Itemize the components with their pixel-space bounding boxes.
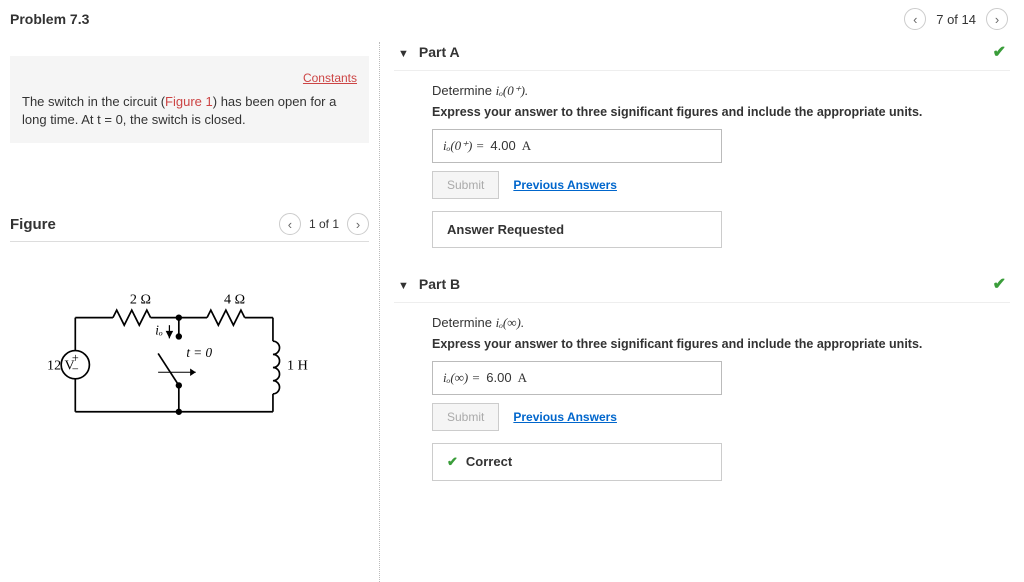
r1-label: 2 Ω bbox=[130, 292, 151, 308]
part-b-header[interactable]: ▼Part B ✔ bbox=[394, 266, 1010, 303]
right-column: ▼Part A ✔ Determine iₒ(0⁺). Express your… bbox=[380, 42, 1024, 582]
triangle-down-icon: ▼ bbox=[398, 280, 409, 292]
constants-link[interactable]: Constants bbox=[303, 70, 357, 87]
problem-position: 7 of 14 bbox=[936, 12, 976, 27]
part-b-prompt: Determine iₒ(∞). bbox=[432, 315, 1006, 331]
figure-position: 1 of 1 bbox=[309, 217, 339, 231]
figure-section: Figure ‹ 1 of 1 › bbox=[10, 213, 369, 463]
source-label: 12 V bbox=[47, 358, 75, 374]
current-label: iₒ bbox=[155, 323, 163, 338]
part-b-unit: A bbox=[518, 370, 527, 386]
triangle-down-icon: ▼ bbox=[398, 48, 409, 60]
problem-description: The switch in the circuit (Figure 1) has… bbox=[22, 93, 357, 129]
figure-nav: ‹ 1 of 1 › bbox=[279, 213, 369, 235]
switch-label: t = 0 bbox=[186, 345, 212, 360]
part-b-submit-button[interactable]: Submit bbox=[432, 403, 499, 431]
left-column: Constants The switch in the circuit (Fig… bbox=[0, 42, 380, 582]
figure-link[interactable]: Figure 1 bbox=[165, 94, 213, 109]
inductor-label: 1 H bbox=[287, 358, 308, 374]
problem-title: Problem 7.3 bbox=[10, 11, 89, 27]
part-a-submit-button[interactable]: Submit bbox=[432, 171, 499, 199]
r2-label: 4 Ω bbox=[224, 292, 245, 308]
part-a-previous-answers-link[interactable]: Previous Answers bbox=[513, 178, 617, 192]
checkmark-icon: ✔ bbox=[993, 274, 1006, 294]
figure-title: Figure bbox=[10, 216, 56, 233]
part-a-feedback: Answer Requested bbox=[432, 211, 722, 248]
description-box: Constants The switch in the circuit (Fig… bbox=[10, 56, 369, 143]
prev-problem-button[interactable]: ‹ bbox=[904, 8, 926, 30]
part-a-unit: A bbox=[522, 138, 531, 154]
part-a-instruction: Express your answer to three significant… bbox=[432, 105, 1006, 119]
checkmark-icon: ✔ bbox=[993, 42, 1006, 62]
part-a-prompt: Determine iₒ(0⁺). bbox=[432, 83, 1006, 99]
part-a-header[interactable]: ▼Part A ✔ bbox=[394, 34, 1010, 71]
next-problem-button[interactable]: › bbox=[986, 8, 1008, 30]
part-a: ▼Part A ✔ Determine iₒ(0⁺). Express your… bbox=[394, 34, 1010, 266]
part-a-value: 4.00 bbox=[490, 138, 515, 153]
circuit-diagram: + − 12 V 2 Ω 4 Ω 1 H t = 0 iₒ bbox=[10, 280, 310, 440]
problem-nav: ‹ 7 of 14 › bbox=[904, 8, 1008, 30]
part-b-feedback: Correct bbox=[432, 443, 722, 481]
figure-prev-button[interactable]: ‹ bbox=[279, 213, 301, 235]
part-a-answer: iₒ(0⁺) = 4.00 A bbox=[432, 129, 722, 163]
part-b: ▼Part B ✔ Determine iₒ(∞). Express your … bbox=[394, 266, 1010, 499]
figure-next-button[interactable]: › bbox=[347, 213, 369, 235]
part-b-answer: iₒ(∞) = 6.00 A bbox=[432, 361, 722, 395]
part-b-previous-answers-link[interactable]: Previous Answers bbox=[513, 410, 617, 424]
part-b-value: 6.00 bbox=[486, 370, 511, 385]
part-b-instruction: Express your answer to three significant… bbox=[432, 337, 1006, 351]
